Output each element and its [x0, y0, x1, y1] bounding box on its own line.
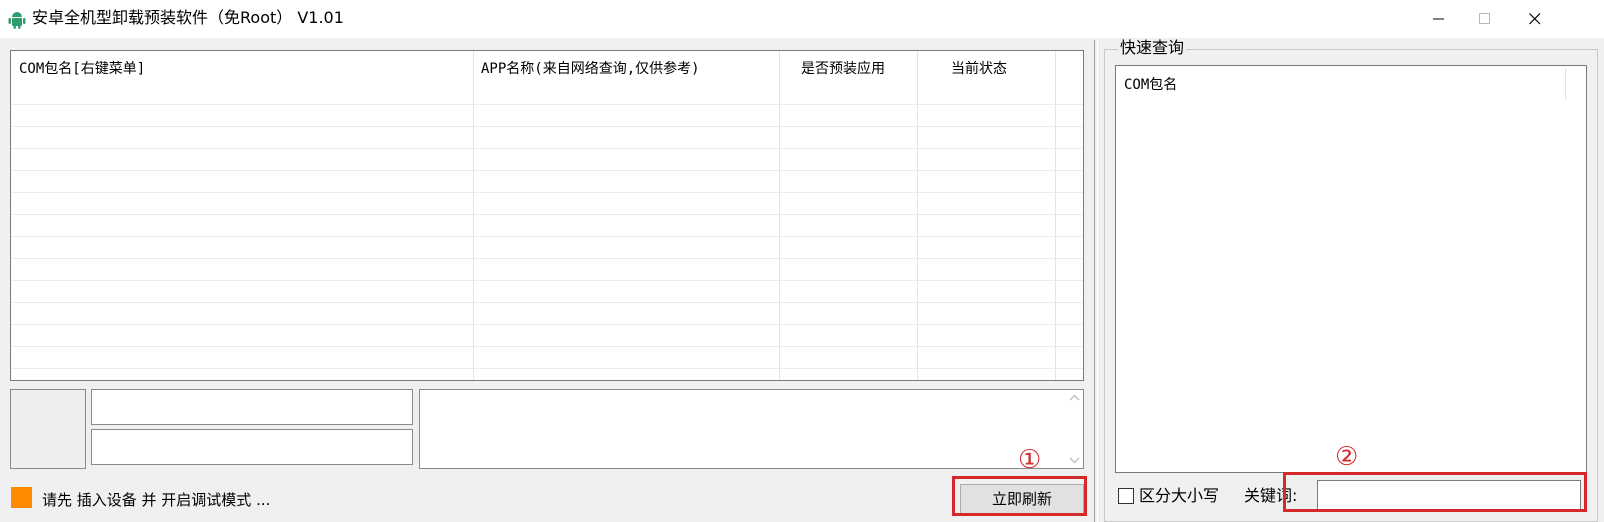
grid-line [11, 236, 1083, 237]
column-package [11, 51, 474, 380]
status-message: 请先 插入设备 并 开启调试模式 ... [42, 491, 271, 509]
grid-line [11, 148, 1083, 149]
log-textarea[interactable] [419, 389, 1084, 469]
header-app-name[interactable]: APP名称(来自网络查询,仅供参考) [481, 51, 700, 87]
grid-line [11, 170, 1083, 171]
window-title: 安卓全机型卸载预装软件（免Root） V1.01 [32, 8, 344, 27]
device-image-box [10, 389, 86, 469]
grid-line [11, 192, 1083, 193]
minimize-button[interactable] [1416, 0, 1462, 38]
case-sensitive-checkbox[interactable] [1118, 488, 1134, 504]
grid-line [11, 214, 1083, 215]
maximize-button[interactable] [1462, 0, 1508, 38]
header-package[interactable]: COM包名[右键菜单] [19, 51, 145, 87]
case-sensitive-label: 区分大小写 [1139, 486, 1220, 505]
grid-line [11, 280, 1083, 281]
minimize-icon [1433, 18, 1444, 20]
case-sensitive-option[interactable]: 区分大小写 [1118, 486, 1219, 506]
quick-list-header[interactable]: COM包名 [1124, 74, 1177, 94]
device-model-field [91, 389, 413, 425]
header-preinstalled[interactable]: 是否预装应用 [801, 51, 885, 87]
grid-line [11, 258, 1083, 259]
grid-line [11, 368, 1083, 369]
header-state[interactable]: 当前状态 [951, 51, 1007, 87]
scroll-down-icon[interactable] [1069, 457, 1080, 464]
column-app-name [473, 51, 780, 380]
highlight-keyword [1283, 472, 1587, 512]
grid-line [11, 104, 1083, 105]
log-scrollbar[interactable] [1066, 390, 1083, 468]
annotation-marker-1: ① [1018, 445, 1042, 475]
close-icon [1529, 13, 1541, 25]
grid-line [11, 324, 1083, 325]
quick-query-list[interactable]: COM包名 [1115, 65, 1587, 473]
grid-line [11, 126, 1083, 127]
highlight-refresh [952, 476, 1087, 516]
maximize-icon [1479, 13, 1490, 24]
grid-line [11, 302, 1083, 303]
panel-splitter[interactable] [1094, 40, 1098, 522]
title-bar: 安卓全机型卸载预装软件（免Root） V1.01 [0, 0, 1604, 38]
app-list-table[interactable]: COM包名[右键菜单] APP名称(来自网络查询,仅供参考) 是否预装应用 当前… [10, 50, 1084, 381]
column-preinstalled [779, 51, 918, 380]
quick-list-column-divider [1565, 68, 1566, 100]
scroll-up-icon[interactable] [1069, 394, 1080, 401]
column-state [917, 51, 1056, 380]
android-icon [8, 12, 26, 29]
close-button[interactable] [1512, 0, 1558, 38]
device-version-field [91, 429, 413, 465]
annotation-marker-2: ② [1335, 442, 1359, 472]
grid-line [11, 346, 1083, 347]
status-indicator [11, 487, 32, 508]
quick-query-legend: 快速查询 [1118, 38, 1187, 58]
